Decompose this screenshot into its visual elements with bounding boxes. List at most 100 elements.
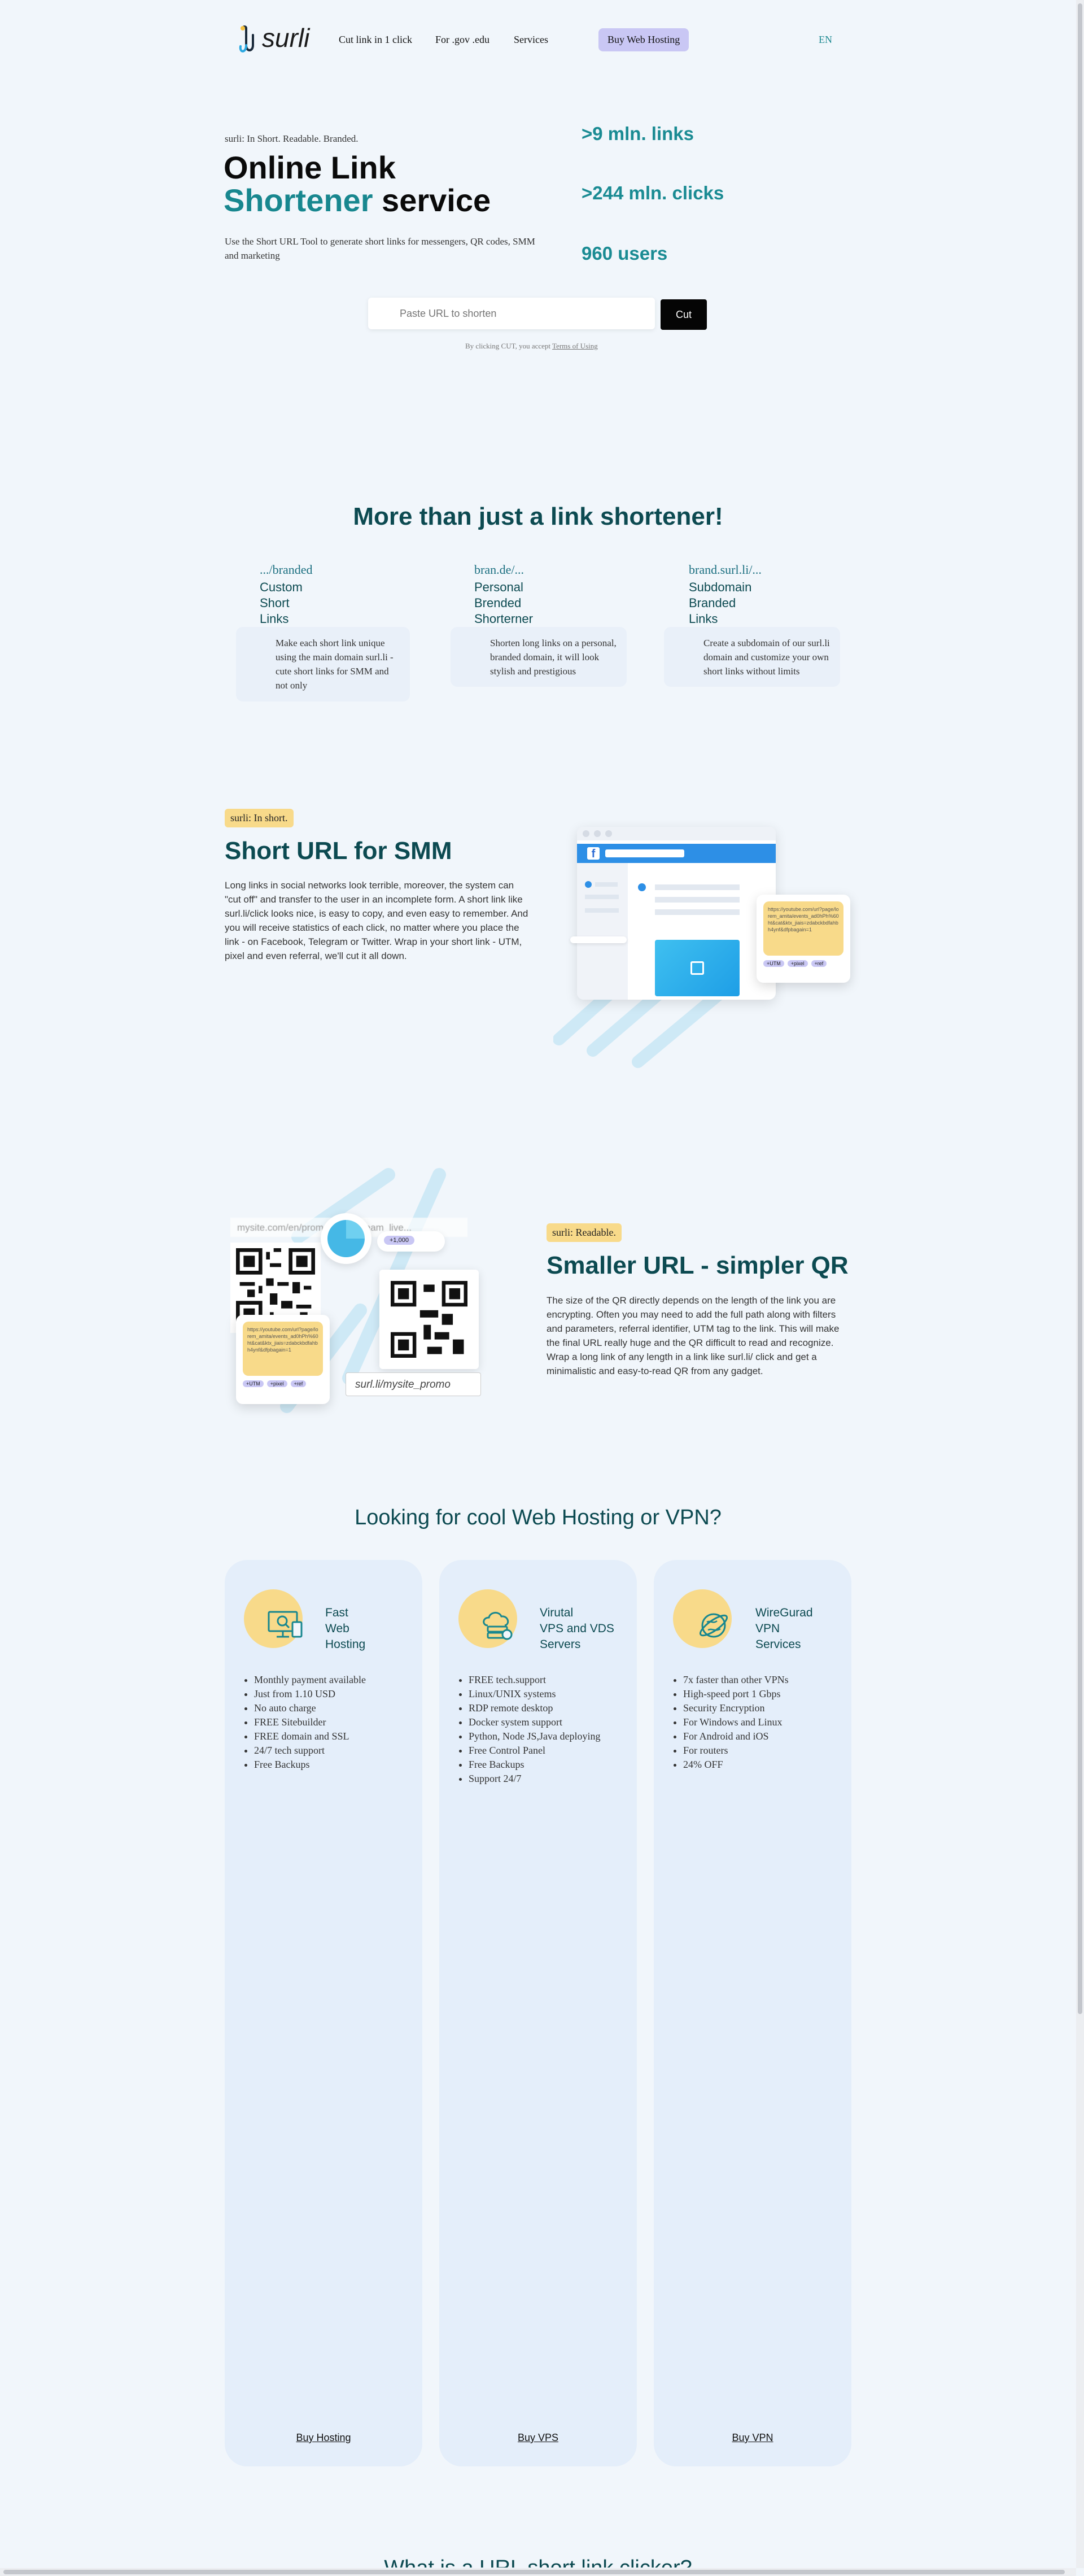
- feature-subtitle: Custom Short Links: [260, 579, 303, 627]
- stat-links: >9 mln. links: [582, 123, 694, 144]
- feature-title: brand.surl.li/...: [689, 563, 762, 577]
- qr-long-url-card: https://youtube.com/url?page/lorem_amita…: [236, 1315, 330, 1404]
- hero-tagline: surli: In Short. Readable. Branded.: [225, 133, 359, 144]
- nav-services[interactable]: Services: [514, 34, 548, 46]
- smm-tag: surli: In short.: [225, 809, 294, 827]
- hero-title: Online Link Shortener service: [224, 151, 540, 217]
- nav-cut-link[interactable]: Cut link in 1 click: [339, 34, 412, 46]
- qr-illustration: mysite.com/en/promotional/stream_live...…: [225, 1163, 507, 1423]
- stat-clicks: >244 mln. clicks: [582, 182, 724, 203]
- list-item: Free Control Panel: [469, 1744, 601, 1758]
- buy-hosting-link[interactable]: Buy Hosting: [225, 2432, 422, 2444]
- stat-users: 960 users: [582, 243, 668, 264]
- cut-button[interactable]: Cut: [661, 299, 707, 330]
- url-input[interactable]: [368, 298, 655, 329]
- long-url-card: https://youtube.com/url?page/lorem_amita…: [757, 895, 850, 983]
- cloud-server-icon: [483, 1612, 513, 1640]
- pie-chart-icon: [321, 1213, 371, 1264]
- hero-title-line2: Shortener service: [224, 184, 540, 217]
- feature-list: Monthly payment available Just from 1.10…: [238, 1673, 366, 1772]
- panel-title: WireGurad VPN Services: [755, 1605, 813, 1653]
- list-item: 24/7 tech support: [254, 1744, 366, 1758]
- qr-text: The size of the QR directly depends on t…: [547, 1295, 840, 1376]
- smm-illustration: f https://youtube.com/url?page/lorem_ami…: [553, 813, 858, 1073]
- terms-note: By clicking CUT, you accept Terms of Usi…: [465, 342, 598, 351]
- list-item: Support 24/7: [469, 1772, 601, 1786]
- panel-title-line: Web: [325, 1622, 349, 1635]
- globe-icon: [699, 1613, 728, 1638]
- panel-title: Fast Web Hosting: [325, 1605, 365, 1653]
- hosting-panel: Fast Web Hosting Monthly payment availab…: [225, 1560, 422, 2466]
- buy-vps-link[interactable]: Buy VPS: [439, 2432, 637, 2444]
- list-item: For Android and iOS: [683, 1729, 789, 1744]
- url-clicker-heading: What is a URL short link clicker?: [0, 2556, 1076, 2568]
- language-switcher[interactable]: EN: [819, 34, 832, 46]
- long-url-text: https://youtube.com/url?page/lorem_amita…: [243, 1322, 323, 1376]
- horizontal-scrollbar[interactable]: [0, 2568, 1076, 2576]
- logo[interactable]: surli: [237, 23, 316, 59]
- panel-title-line: WireGurad: [755, 1606, 813, 1619]
- services-heading: Looking for cool Web Hosting or VPN?: [355, 1506, 722, 1529]
- smm-text: Long links in social networks look terri…: [225, 880, 528, 961]
- buy-vpn-link[interactable]: Buy VPN: [654, 2432, 851, 2444]
- chip-pixel: +pixel: [266, 1380, 287, 1387]
- long-url-text: https://youtube.com/url?page/lorem_amita…: [763, 901, 843, 956]
- qr-heading: Smaller URL - simpler QR: [547, 1252, 849, 1279]
- vps-panel: Virutal VPS and VDS Servers FREE tech.su…: [439, 1560, 637, 2466]
- counter-badge: +1,000: [377, 1231, 445, 1252]
- feature-card: Create a subdomain of our surl.li domain…: [664, 627, 840, 687]
- panel-title-line: Hosting: [325, 1638, 366, 1651]
- chip-pixel: +pixel: [787, 960, 808, 967]
- qr-code-small: [379, 1270, 479, 1369]
- panel-title-line: VPN: [755, 1622, 780, 1635]
- terms-link[interactable]: Terms of Using: [552, 342, 598, 350]
- vertical-scrollbar[interactable]: [1076, 0, 1084, 2568]
- feature-subtitle-line: Links: [689, 612, 718, 626]
- facebook-icon: f: [587, 847, 600, 860]
- feature-subtitle-line: Subdomain: [689, 580, 752, 594]
- list-item: Monthly payment available: [254, 1673, 366, 1687]
- buy-web-hosting-button[interactable]: Buy Web Hosting: [598, 28, 689, 51]
- list-item: 24% OFF: [683, 1758, 789, 1772]
- progress-pill: [570, 936, 627, 943]
- short-url-box: surl.li/mysite_promo: [346, 1372, 481, 1396]
- horizontal-scrollbar-thumb[interactable]: [3, 2570, 1065, 2574]
- feature-card-text: Make each short link unique using the ma…: [276, 638, 394, 691]
- feature-list: FREE tech.support Linux/UNIX systems RDP…: [453, 1673, 601, 1786]
- hero-title-rest: service: [373, 182, 491, 218]
- vpn-panel: WireGurad VPN Services 7x faster than ot…: [654, 1560, 851, 2466]
- list-item: Security Encryption: [683, 1701, 789, 1715]
- feature-title: .../branded: [260, 563, 313, 577]
- hero-title-line1: Online Link: [224, 150, 396, 185]
- feature-subtitle-line: Personal: [474, 580, 523, 594]
- nav-gov-edu[interactable]: For .gov .edu: [435, 34, 489, 46]
- chip-ref: +ref: [811, 960, 827, 967]
- list-item: For routers: [683, 1744, 789, 1758]
- feature-card: Make each short link unique using the ma…: [236, 627, 410, 701]
- vertical-scrollbar-thumb[interactable]: [1078, 3, 1082, 2014]
- feature-subtitle-line: Links: [260, 612, 289, 626]
- list-item: No auto charge: [254, 1701, 366, 1715]
- logo-text: surli: [262, 23, 310, 53]
- feature-subtitle-line: Shorterner: [474, 612, 533, 626]
- hero-title-accent: Shortener: [224, 182, 373, 218]
- panel-title-line: Virutal: [540, 1606, 574, 1619]
- panel-title-line: Fast: [325, 1606, 348, 1619]
- chip-utm: +UTM: [243, 1380, 264, 1387]
- list-item: FREE domain and SSL: [254, 1729, 366, 1744]
- feature-card-text: Create a subdomain of our surl.li domain…: [703, 638, 830, 677]
- list-item: RDP remote desktop: [469, 1701, 601, 1715]
- counter-text: +1,000: [384, 1236, 414, 1245]
- list-item: For Windows and Linux: [683, 1715, 789, 1729]
- feature-subtitle-line: Short: [260, 596, 290, 610]
- list-item: Docker system support: [469, 1715, 601, 1729]
- list-item: Python, Node JS,Java deploying: [469, 1729, 601, 1744]
- qr-code-icon: [391, 1281, 467, 1358]
- feature-subtitle-line: Custom: [260, 580, 303, 594]
- monitor-icon: [268, 1611, 303, 1638]
- list-item: Linux/UNIX systems: [469, 1687, 601, 1701]
- feature-card: Shorten long links on a personal, brande…: [451, 627, 627, 687]
- chip-ref: +ref: [290, 1380, 307, 1387]
- feature-title: bran.de/...: [474, 563, 524, 577]
- panel-title-line: VPS and VDS: [540, 1622, 614, 1635]
